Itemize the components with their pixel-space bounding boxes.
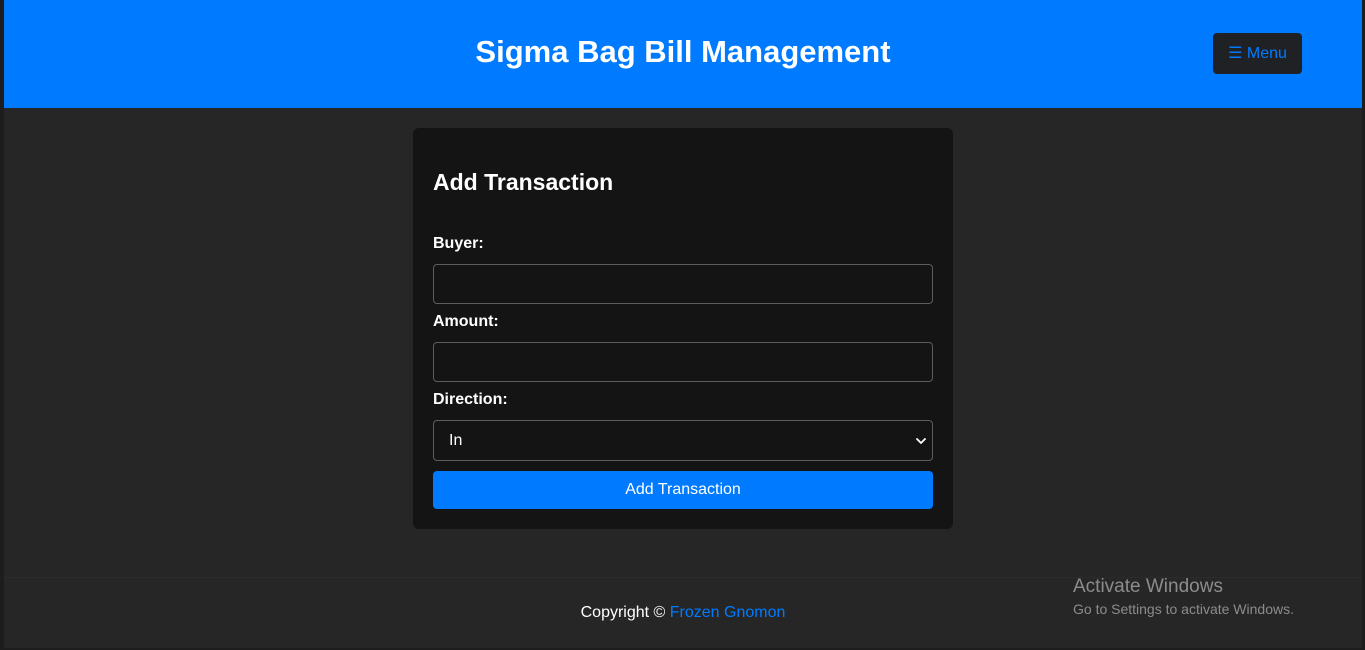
direction-label: Direction:	[433, 391, 508, 408]
app-window: Sigma Bag Bill Management ☰ Menu Add Tra…	[4, 0, 1362, 648]
copyright-text: Copyright © Frozen Gnomon	[4, 603, 1362, 623]
author-link[interactable]: Frozen Gnomon	[670, 604, 786, 621]
menu-button[interactable]: ☰ Menu	[1213, 33, 1302, 74]
amount-input[interactable]	[433, 342, 933, 382]
direction-selected-value: In	[449, 432, 463, 449]
footer: Copyright © Frozen Gnomon	[4, 577, 1362, 648]
copyright-prefix: Copyright ©	[580, 604, 670, 621]
amount-label: Amount:	[433, 313, 499, 330]
buyer-input[interactable]	[433, 264, 933, 304]
direction-select[interactable]: In	[433, 420, 933, 461]
add-transaction-button[interactable]: Add Transaction	[433, 471, 933, 509]
add-transaction-card: Add Transaction Buyer: Amount: Direction…	[413, 128, 953, 529]
chevron-down-icon	[916, 438, 926, 444]
form-title: Add Transaction	[433, 169, 614, 195]
app-title: Sigma Bag Bill Management	[475, 34, 891, 69]
top-bar: Sigma Bag Bill Management ☰ Menu	[4, 0, 1362, 108]
buyer-label: Buyer:	[433, 235, 484, 252]
